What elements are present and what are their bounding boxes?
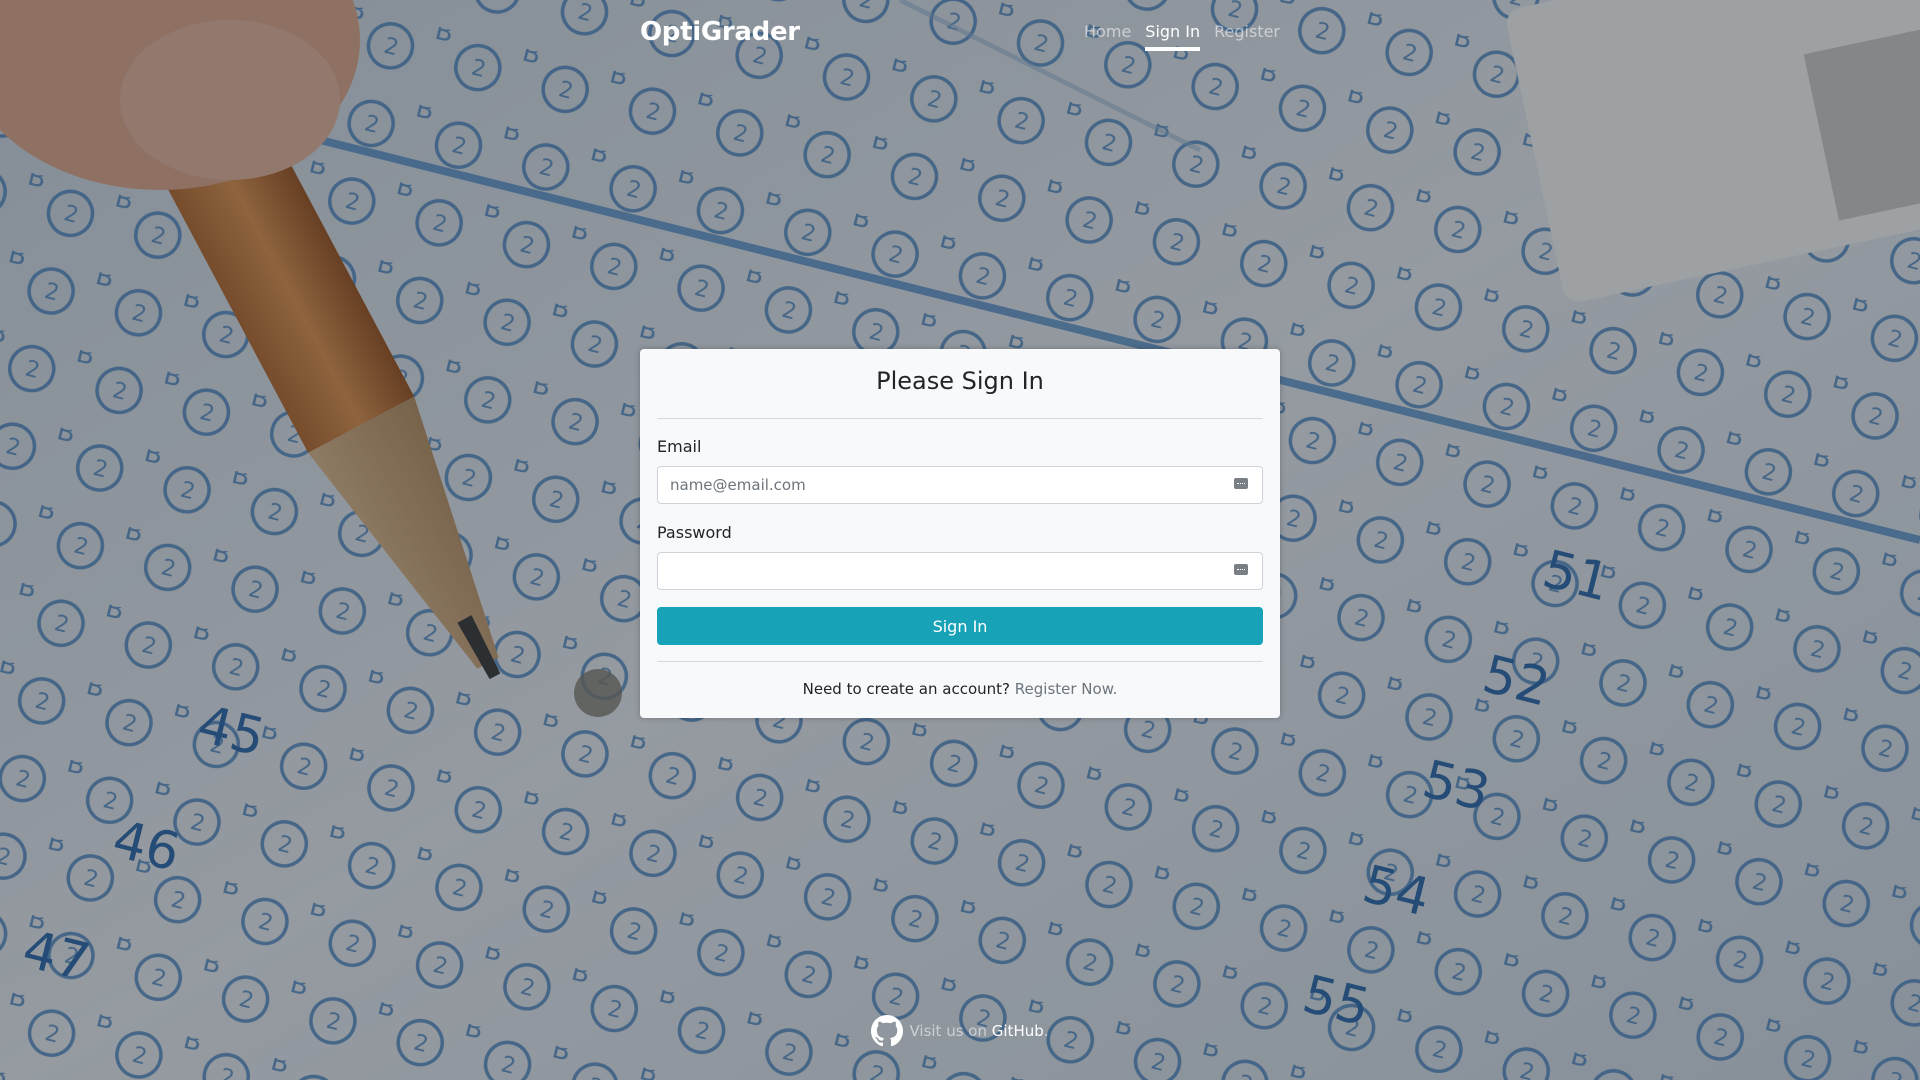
github-icon[interactable] (871, 1015, 904, 1047)
sign-in-button[interactable]: Sign In (657, 607, 1263, 645)
register-prompt: Need to create an account? Register Now. (640, 680, 1280, 698)
top-navbar: OptiGrader Home Sign In Register (640, 0, 1280, 70)
main-nav: Home Sign In Register (1084, 22, 1280, 51)
signin-card: Please Sign In Email Password Sign In Ne… (640, 349, 1280, 718)
password-label: Password (657, 523, 732, 542)
signin-title: Please Sign In (876, 367, 1044, 395)
divider (657, 661, 1263, 662)
register-prompt-text: Need to create an account? (802, 680, 1010, 698)
nav-link-register[interactable]: Register (1214, 22, 1280, 51)
page: 2 B 45 46 47 51 (0, 0, 1920, 1080)
divider (657, 418, 1263, 419)
password-manager-icon[interactable] (1234, 564, 1248, 575)
nav-link-home[interactable]: Home (1084, 22, 1131, 51)
nav-link-sign-in[interactable]: Sign In (1145, 22, 1201, 51)
email-field-wrapper (657, 466, 1263, 504)
page-footer: Visit us on GitHub. (0, 1015, 1920, 1047)
footer-visit-text: Visit us on (909, 1022, 987, 1040)
password-manager-icon[interactable] (1234, 478, 1248, 489)
password-input[interactable] (658, 553, 1262, 589)
register-now-link[interactable]: Register Now. (1015, 680, 1118, 698)
password-field-wrapper (657, 552, 1263, 590)
email-label: Email (657, 437, 702, 456)
github-link[interactable]: GitHub (992, 1022, 1044, 1040)
footer-period: . (1043, 1022, 1049, 1040)
brand-logo[interactable]: OptiGrader (640, 17, 800, 47)
email-input[interactable] (658, 467, 1262, 503)
